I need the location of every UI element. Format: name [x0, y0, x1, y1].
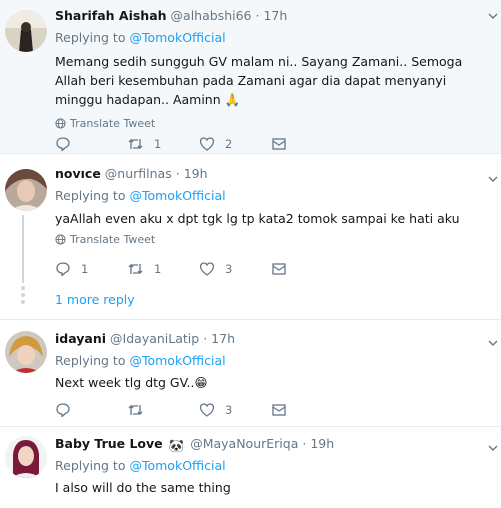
- replying-label: Replying to: [55, 458, 126, 473]
- thread-dots: [21, 286, 25, 307]
- display-name[interactable]: Sharifah Aishah: [55, 8, 167, 23]
- avatar[interactable]: [5, 10, 47, 52]
- tweet-header: Baby True Love 🐼 @MayaNourEriqa · 19h: [55, 435, 475, 453]
- separator: ·: [203, 331, 208, 346]
- tweet-actions: 1 1 3: [55, 261, 343, 277]
- globe-icon: [55, 118, 66, 129]
- display-name[interactable]: Baby True Love: [55, 436, 163, 451]
- display-name[interactable]: idayani: [55, 331, 106, 346]
- like-button[interactable]: 3: [199, 402, 271, 418]
- reply-button[interactable]: [55, 136, 127, 152]
- retweet-icon: [128, 139, 143, 149]
- tweet-text: yaAllah even aku x dpt tgk lg tp kata2 t…: [55, 211, 460, 226]
- panda-emoji: 🐼: [168, 438, 185, 453]
- replying-to: Replying to @TomokOfficial: [55, 353, 475, 369]
- replying-label: Replying to: [55, 188, 126, 203]
- retweet-count: 1: [154, 262, 162, 276]
- username[interactable]: @IdayaniLatip: [110, 331, 199, 346]
- tweet-header: novıce @nurfilnas · 19h: [55, 165, 475, 183]
- like-count: 2: [225, 137, 233, 151]
- retweet-icon: [128, 264, 143, 274]
- tweet-actions: 1 2: [55, 136, 343, 152]
- tweet-header: Sharifah Aishah @alhabshi66 · 17h: [55, 7, 475, 25]
- envelope-icon: [272, 263, 286, 275]
- retweet-count: 1: [154, 137, 162, 151]
- username[interactable]: @nurfilnas: [105, 166, 172, 181]
- tweet-card[interactable]: novıce @nurfilnas · 19h Replying to @Tom…: [0, 155, 501, 320]
- like-button[interactable]: 2: [199, 136, 271, 152]
- display-name[interactable]: novıce: [55, 166, 101, 181]
- translate-label: Translate Tweet: [70, 233, 156, 246]
- chevron-down-icon[interactable]: [487, 442, 499, 454]
- timestamp[interactable]: 19h: [310, 436, 334, 451]
- envelope-icon: [272, 138, 286, 150]
- translate-tweet[interactable]: Translate Tweet: [55, 117, 475, 130]
- dm-button[interactable]: [271, 402, 343, 418]
- globe-icon: [55, 234, 66, 245]
- tweet-text: I also will do the same thing: [55, 480, 231, 495]
- separator: ·: [302, 436, 307, 451]
- reply-button[interactable]: 1: [55, 261, 127, 277]
- username[interactable]: @alhabshi66: [171, 8, 252, 23]
- show-more-replies-link[interactable]: 1 more reply: [55, 292, 135, 307]
- tweet-actions: 3: [55, 402, 343, 418]
- reply-button[interactable]: [55, 402, 127, 418]
- mention-link[interactable]: @TomokOfficial: [129, 458, 225, 473]
- translate-tweet[interactable]: Translate Tweet: [55, 233, 475, 246]
- avatar[interactable]: [5, 436, 47, 478]
- retweet-button[interactable]: 1: [127, 136, 199, 152]
- replying-to: Replying to @TomokOfficial: [55, 458, 475, 474]
- heart-icon: [199, 262, 215, 276]
- thread-connector: [22, 215, 24, 283]
- chevron-down-icon[interactable]: [487, 173, 499, 185]
- like-count: 3: [225, 403, 233, 417]
- heart-icon: [199, 137, 215, 151]
- timestamp[interactable]: 17h: [211, 331, 235, 346]
- retweet-button[interactable]: 1: [127, 261, 199, 277]
- tweet-card[interactable]: Sharifah Aishah @alhabshi66 · 17h Replyi…: [0, 0, 501, 154]
- separator: ·: [175, 166, 180, 181]
- username[interactable]: @MayaNourEriqa: [190, 436, 298, 451]
- reply-icon: [56, 137, 70, 152]
- replying-to: Replying to @TomokOfficial: [55, 188, 475, 204]
- reply-icon: [56, 262, 70, 277]
- reply-icon: [56, 403, 70, 418]
- tweet-card[interactable]: Baby True Love 🐼 @MayaNourEriqa · 19h Re…: [0, 428, 501, 508]
- like-count: 3: [225, 262, 233, 276]
- timestamp[interactable]: 17h: [263, 8, 287, 23]
- reply-count: 1: [81, 262, 89, 276]
- avatar[interactable]: [5, 331, 47, 373]
- avatar[interactable]: [5, 169, 47, 211]
- mention-link[interactable]: @TomokOfficial: [129, 188, 225, 203]
- replying-label: Replying to: [55, 353, 126, 368]
- chevron-down-icon[interactable]: [487, 10, 499, 22]
- heart-icon: [199, 403, 215, 417]
- envelope-icon: [272, 404, 286, 416]
- separator: ·: [255, 8, 260, 23]
- tweet-text: Next week tlg dtg GV..😁: [55, 375, 208, 390]
- replying-to: Replying to @TomokOfficial: [55, 30, 475, 46]
- timestamp[interactable]: 19h: [184, 166, 208, 181]
- translate-label: Translate Tweet: [70, 117, 156, 130]
- dm-button[interactable]: [271, 136, 343, 152]
- replying-label: Replying to: [55, 30, 126, 45]
- tweet-text: Memang sedih sungguh GV malam ni.. Sayan…: [55, 54, 463, 107]
- mention-link[interactable]: @TomokOfficial: [129, 30, 225, 45]
- mention-link[interactable]: @TomokOfficial: [129, 353, 225, 368]
- chevron-down-icon[interactable]: [487, 337, 499, 349]
- dm-button[interactable]: [271, 261, 343, 277]
- retweet-icon: [128, 405, 143, 415]
- tweet-card[interactable]: idayani @IdayaniLatip · 17h Replying to …: [0, 321, 501, 427]
- retweet-button[interactable]: [127, 402, 199, 418]
- tweet-header: idayani @IdayaniLatip · 17h: [55, 330, 475, 348]
- like-button[interactable]: 3: [199, 261, 271, 277]
